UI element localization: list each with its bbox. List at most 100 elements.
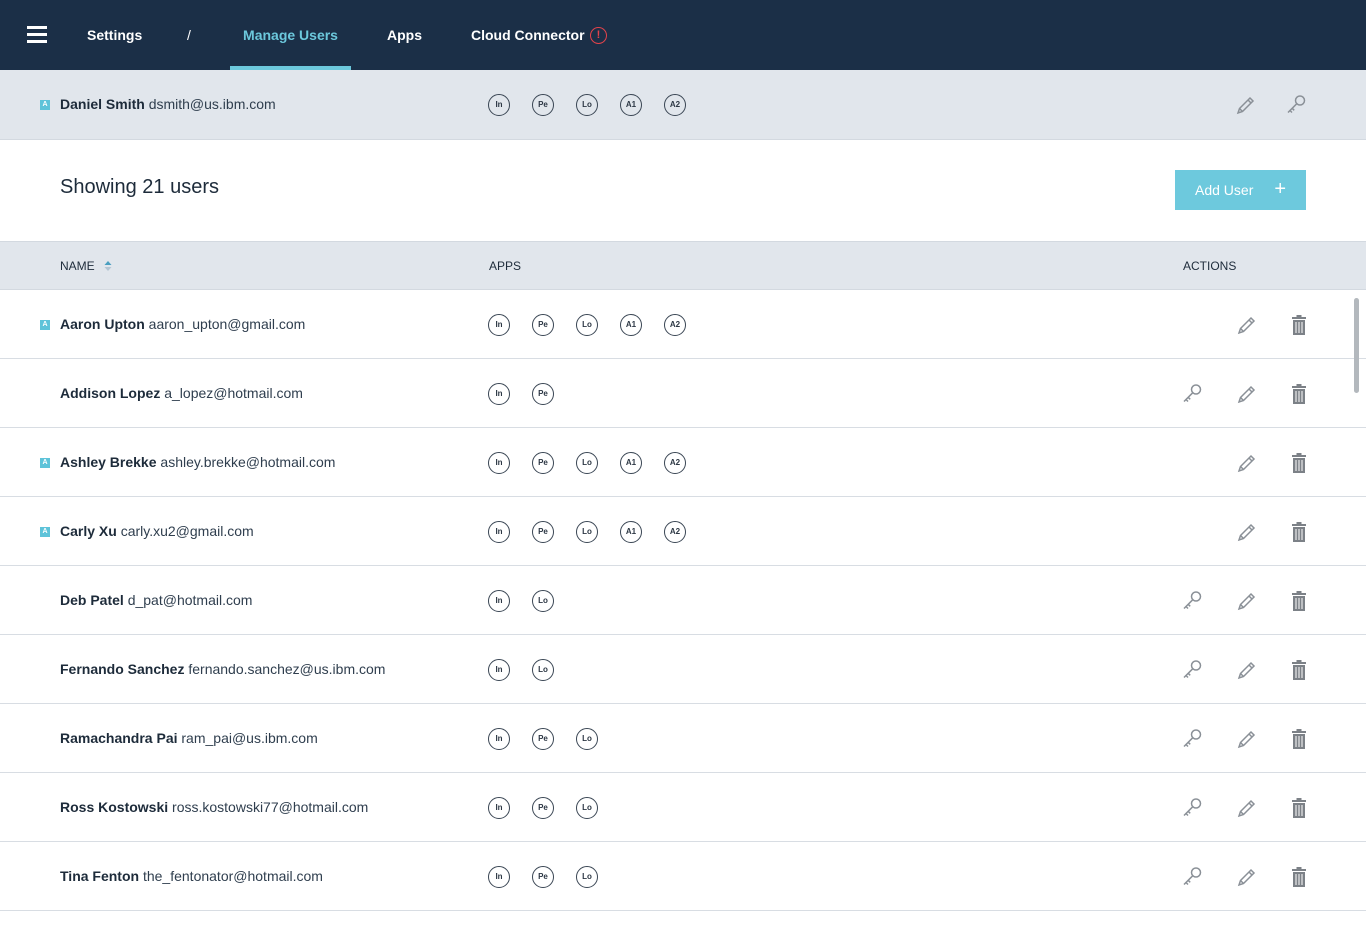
app-badge-icon: In xyxy=(488,866,510,888)
nav-settings[interactable]: Settings xyxy=(87,0,142,70)
user-email: the_fentonator@hotmail.com xyxy=(142,868,323,884)
trash-icon[interactable] xyxy=(1286,450,1312,476)
user-name: Addison Lopez xyxy=(60,385,161,401)
key-icon[interactable] xyxy=(1179,381,1205,407)
app-badge-icon: Pe xyxy=(532,728,554,750)
app-badge-icon: A1 xyxy=(620,521,642,543)
admin-badge: A xyxy=(40,527,50,537)
key-icon[interactable] xyxy=(1179,726,1205,752)
top-nav: Settings / Manage Users Apps Cloud Conne… xyxy=(0,0,1366,70)
app-badge-icon: In xyxy=(488,383,510,405)
trash-icon[interactable] xyxy=(1286,381,1312,407)
hamburger-menu-icon[interactable] xyxy=(27,26,47,43)
user-name: Tina Fenton xyxy=(60,868,140,884)
app-badge-icon: Lo xyxy=(576,452,598,474)
edit-pencil-icon[interactable] xyxy=(1233,92,1259,118)
app-badge-icon: Lo xyxy=(576,314,598,336)
edit-pencil-icon[interactable] xyxy=(1234,795,1260,821)
app-badge-icon: In xyxy=(488,452,510,474)
current-user-info: Daniel Smith dsmith@us.ibm.com xyxy=(60,70,276,139)
user-email: carly.xu2@gmail.com xyxy=(120,523,254,539)
app-badge-icon: Pe xyxy=(532,94,554,116)
app-badge-icon: In xyxy=(488,797,510,819)
user-name: Ross Kostowski xyxy=(60,799,169,815)
app-badge-icon: Lo xyxy=(532,659,554,681)
user-email: ashley.brekke@hotmail.com xyxy=(160,454,336,470)
column-header-actions: ACTIONS xyxy=(1183,259,1237,273)
app-badge-icon: Pe xyxy=(532,521,554,543)
users-count-title: Showing 21 users xyxy=(60,176,219,198)
table-header: NAME APPS ACTIONS xyxy=(0,241,1366,290)
app-badge-icon: A2 xyxy=(664,521,686,543)
column-header-apps: APPS xyxy=(489,259,522,273)
key-icon[interactable] xyxy=(1179,795,1205,821)
key-icon[interactable] xyxy=(1179,588,1205,614)
table-row: A Aaron Upton aaron_upton@gmail.com In Pe Lo… xyxy=(0,290,1366,359)
user-email: ram_pai@us.ibm.com xyxy=(181,730,318,746)
nav-apps[interactable]: Apps xyxy=(387,0,422,70)
app-badge-icon: Pe xyxy=(532,383,554,405)
app-badge-icon: A1 xyxy=(620,314,642,336)
nav-manage-users[interactable]: Manage Users xyxy=(230,0,351,70)
edit-pencil-icon[interactable] xyxy=(1234,726,1260,752)
table-row: A Ashley Brekke ashley.brekke@hotmail.com… xyxy=(0,428,1366,497)
user-info: Ross Kostowski ross.kostowski77@hotmail.… xyxy=(60,773,368,842)
user-name: Ramachandra Pai xyxy=(60,730,178,746)
app-badge-icon: Lo xyxy=(576,728,598,750)
user-email: aaron_upton@gmail.com xyxy=(148,316,306,332)
add-user-button[interactable]: Add User + xyxy=(1175,170,1306,210)
edit-pencil-icon[interactable] xyxy=(1234,864,1260,890)
edit-pencil-icon[interactable] xyxy=(1234,312,1260,338)
trash-icon[interactable] xyxy=(1286,519,1312,545)
user-name: Aaron Upton xyxy=(60,316,145,332)
table-row: Ross Kostowski ross.kostowski77@hotmail.… xyxy=(0,773,1366,842)
user-email: ross.kostowski77@hotmail.com xyxy=(172,799,369,815)
edit-pencil-icon[interactable] xyxy=(1234,588,1260,614)
trash-icon[interactable] xyxy=(1286,588,1312,614)
user-name: Deb Patel xyxy=(60,592,124,608)
trash-icon[interactable] xyxy=(1286,657,1312,683)
scrollbar-thumb[interactable] xyxy=(1354,298,1359,393)
sort-icon[interactable] xyxy=(103,259,113,273)
admin-badge: A xyxy=(40,458,50,468)
trash-icon[interactable] xyxy=(1286,312,1312,338)
edit-pencil-icon[interactable] xyxy=(1234,381,1260,407)
app-badge-icon: Lo xyxy=(576,94,598,116)
table-row: Fernando Sanchez fernando.sanchez@us.ibm… xyxy=(0,635,1366,704)
app-badge-icon: A1 xyxy=(620,452,642,474)
key-icon[interactable] xyxy=(1179,864,1205,890)
app-badge-icon: A2 xyxy=(664,452,686,474)
app-badge-icon: Lo xyxy=(532,590,554,612)
app-badge-icon: A2 xyxy=(664,314,686,336)
nav-cloud-connector[interactable]: Cloud Connector xyxy=(471,0,585,70)
key-icon[interactable] xyxy=(1283,92,1309,118)
user-info: Ramachandra Pai ram_pai@us.ibm.com xyxy=(60,704,318,773)
user-email: fernando.sanchez@us.ibm.com xyxy=(188,661,386,677)
users-summary: Showing 21 users Add User + xyxy=(0,140,1366,241)
trash-icon[interactable] xyxy=(1286,864,1312,890)
admin-badge: A xyxy=(40,100,50,110)
plus-icon: + xyxy=(1274,178,1286,200)
user-name: Carly Xu xyxy=(60,523,117,539)
app-badge-icon: Pe xyxy=(532,797,554,819)
column-header-name[interactable]: NAME xyxy=(60,242,95,290)
edit-pencil-icon[interactable] xyxy=(1234,450,1260,476)
user-info: Tina Fenton the_fentonator@hotmail.com xyxy=(60,842,323,911)
user-info: Ashley Brekke ashley.brekke@hotmail.com xyxy=(60,428,335,497)
app-badge-icon: In xyxy=(488,314,510,336)
app-badge-icon: Pe xyxy=(532,314,554,336)
current-user-email: dsmith@us.ibm.com xyxy=(148,96,276,112)
trash-icon[interactable] xyxy=(1286,795,1312,821)
app-badge-icon: Lo xyxy=(576,866,598,888)
edit-pencil-icon[interactable] xyxy=(1234,657,1260,683)
key-icon[interactable] xyxy=(1179,657,1205,683)
table-row: Addison Lopez a_lopez@hotmail.com In Pe xyxy=(0,359,1366,428)
user-info: Aaron Upton aaron_upton@gmail.com xyxy=(60,290,305,359)
table-row: A Carly Xu carly.xu2@gmail.com In Pe Lo A1 A2 xyxy=(0,497,1366,566)
edit-pencil-icon[interactable] xyxy=(1234,519,1260,545)
app-badge-icon: In xyxy=(488,94,510,116)
trash-icon[interactable] xyxy=(1286,726,1312,752)
alert-circle-icon: ! xyxy=(590,27,607,44)
table-row: Ramachandra Pai ram_pai@us.ibm.com In Pe Lo xyxy=(0,704,1366,773)
add-user-label: Add User xyxy=(1195,182,1254,198)
